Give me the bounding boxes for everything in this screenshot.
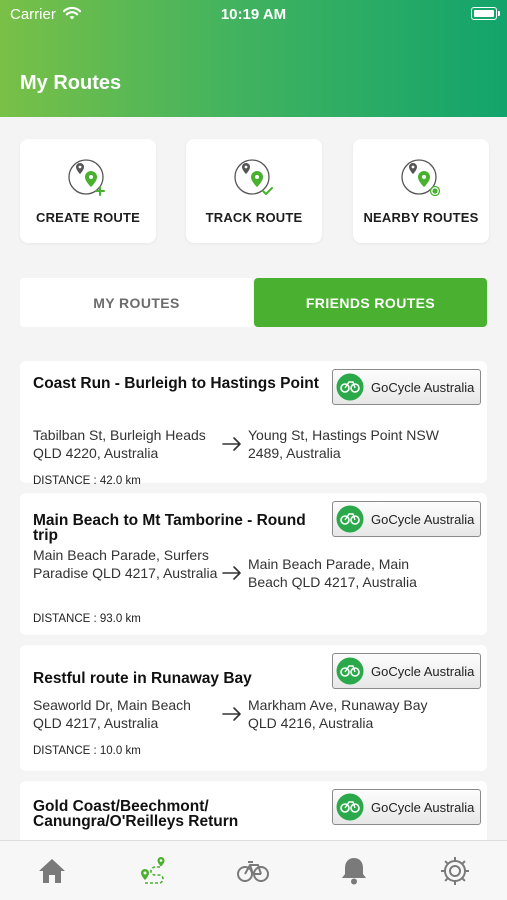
route-distance: DISTANCE : 93.0 km	[33, 613, 141, 625]
brand-name: GoCycle Australia	[371, 664, 475, 679]
gocycle-logo-icon	[336, 373, 364, 401]
route-title: Coast Run - Burleigh to Hastings Point	[33, 375, 319, 392]
nearby-routes-label: NEARBY ROUTES	[363, 210, 479, 225]
tab-my-routes[interactable]: MY ROUTES	[20, 278, 253, 327]
routes-segmented-control: MY ROUTES FRIENDS ROUTES	[20, 278, 487, 327]
gear-icon[interactable]	[437, 853, 473, 889]
route-list[interactable]: Coast Run - Burleigh to Hastings Point G…	[0, 345, 507, 840]
bell-icon[interactable]	[336, 853, 372, 889]
route-card[interactable]: Restful route in Runaway Bay GoCycle Aus…	[20, 645, 487, 771]
route-card[interactable]: Coast Run - Burleigh to Hastings Point G…	[20, 361, 487, 487]
app-header: Carrier 10:19 AM My Routes	[0, 0, 507, 117]
track-route-label: TRACK ROUTE	[205, 210, 303, 225]
route-card[interactable]: Gold Coast/Beechmont/ Canungra/O'Reilley…	[20, 781, 487, 840]
create-route-icon	[68, 159, 105, 196]
clock-label: 10:19 AM	[220, 6, 287, 23]
brand-badge[interactable]: GoCycle Australia	[332, 789, 481, 825]
route-card[interactable]: Main Beach to Mt Tamborine - Round trip …	[20, 493, 487, 635]
battery-icon	[471, 7, 500, 20]
route-start-address: Main Beach Parade, Surfers Paradise QLD …	[33, 547, 218, 581]
route-end-address: Young St, Hastings Point NSW 2489, Austr…	[248, 427, 439, 461]
bottom-tab-bar	[0, 840, 507, 900]
route-title: Main Beach to Mt Tamborine - Round trip	[33, 512, 306, 544]
route-start-address: Seaworld Dr, Main Beach QLD 4217, Austra…	[33, 697, 191, 731]
arrow-right-icon	[222, 437, 241, 451]
route-end-address: Markham Ave, Runaway Bay QLD 4216, Austr…	[248, 697, 428, 731]
route-end-address: Main Beach Parade, Main Beach QLD 4217, …	[248, 556, 417, 590]
track-route-icon	[234, 159, 273, 195]
brand-name: GoCycle Australia	[371, 380, 475, 395]
route-title: Gold Coast/Beechmont/ Canungra/O'Reilley…	[33, 798, 239, 830]
status-bar: Carrier 10:19 AM	[0, 0, 507, 28]
arrow-right-icon	[222, 707, 241, 721]
home-icon[interactable]	[34, 853, 70, 889]
nearby-routes-button[interactable]: NEARBY ROUTES	[353, 139, 489, 243]
tab-friends-routes[interactable]: FRIENDS ROUTES	[254, 278, 487, 327]
bicycle-icon[interactable]	[235, 853, 271, 889]
track-route-button[interactable]: TRACK ROUTE	[186, 139, 322, 243]
brand-name: GoCycle Australia	[371, 512, 475, 527]
route-distance: DISTANCE : 10.0 km	[33, 745, 141, 757]
route-distance: DISTANCE : 42.0 km	[33, 475, 141, 487]
route-title: Restful route in Runaway Bay	[33, 670, 252, 687]
page-title: My Routes	[20, 72, 122, 94]
nearby-routes-icon	[401, 159, 441, 197]
routes-icon[interactable]	[135, 853, 171, 889]
brand-name: GoCycle Australia	[371, 800, 475, 815]
route-actions: CREATE ROUTE TRACK ROUTE NEARBY ROUTES	[0, 117, 507, 267]
create-route-button[interactable]: CREATE ROUTE	[20, 139, 156, 243]
brand-badge[interactable]: GoCycle Australia	[332, 653, 481, 689]
create-route-label: CREATE ROUTE	[36, 210, 140, 225]
route-start-address: Tabilban St, Burleigh Heads QLD 4220, Au…	[33, 427, 206, 461]
brand-badge[interactable]: GoCycle Australia	[332, 369, 481, 405]
gocycle-logo-icon	[336, 657, 364, 685]
gocycle-logo-icon	[336, 793, 364, 821]
brand-badge[interactable]: GoCycle Australia	[332, 501, 481, 537]
arrow-right-icon	[222, 566, 241, 580]
gocycle-logo-icon	[336, 505, 364, 533]
